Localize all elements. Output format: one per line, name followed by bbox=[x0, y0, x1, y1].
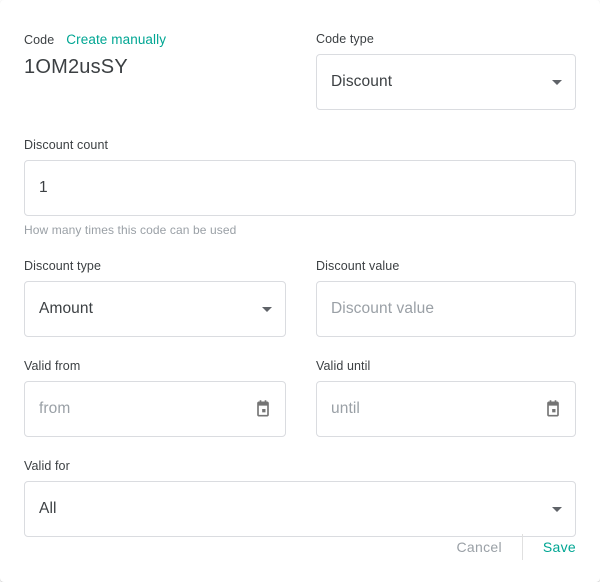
discount-type-field: Discount type Amount bbox=[24, 259, 286, 337]
valid-until-label: Valid until bbox=[316, 359, 371, 373]
valid-until-placeholder: until bbox=[331, 400, 360, 417]
cancel-button[interactable]: Cancel bbox=[446, 535, 511, 559]
discount-count-label: Discount count bbox=[24, 138, 109, 152]
save-button[interactable]: Save bbox=[533, 535, 576, 559]
chevron-down-icon bbox=[552, 80, 562, 85]
valid-for-value: All bbox=[39, 500, 57, 517]
discount-code-form-card: Code Create manually 1OM2usSY Code type … bbox=[0, 0, 600, 582]
discount-type-value-row: Discount type Amount Discount value Disc… bbox=[24, 259, 576, 337]
form-actions: Cancel Save bbox=[446, 534, 576, 560]
chevron-down-icon bbox=[552, 507, 562, 512]
valid-from-label: Valid from bbox=[24, 359, 81, 373]
valid-until-field: Valid until until bbox=[316, 359, 576, 437]
discount-value-label: Discount value bbox=[316, 259, 400, 273]
calendar-icon[interactable] bbox=[543, 399, 563, 419]
code-and-type-row: Code Create manually 1OM2usSY Code type … bbox=[24, 32, 576, 110]
discount-type-select[interactable]: Amount bbox=[24, 281, 286, 337]
discount-count-input[interactable]: 1 bbox=[24, 160, 576, 216]
discount-type-value: Amount bbox=[39, 300, 94, 317]
valid-from-placeholder: from bbox=[39, 400, 71, 417]
valid-for-label: Valid for bbox=[24, 459, 70, 473]
valid-from-input[interactable]: from bbox=[24, 381, 286, 437]
generated-code-value: 1OM2usSY bbox=[24, 56, 128, 78]
discount-count-helper-text: How many times this code can be used bbox=[24, 223, 237, 237]
calendar-icon[interactable] bbox=[253, 399, 273, 419]
valid-from-field: Valid from from bbox=[24, 359, 286, 437]
valid-for-select[interactable]: All bbox=[24, 481, 576, 537]
code-type-value: Discount bbox=[331, 73, 393, 90]
discount-count-value: 1 bbox=[39, 179, 48, 196]
action-divider bbox=[521, 534, 523, 560]
discount-count-field: Discount count 1 How many times this cod… bbox=[24, 138, 576, 237]
valid-until-input[interactable]: until bbox=[316, 381, 576, 437]
validity-dates-row: Valid from from Valid until until bbox=[24, 359, 576, 437]
valid-for-field: Valid for All bbox=[24, 459, 576, 537]
code-caption: Code bbox=[24, 33, 55, 47]
code-type-field: Code type Discount bbox=[316, 32, 576, 110]
code-type-select[interactable]: Discount bbox=[316, 54, 576, 110]
discount-type-label: Discount type bbox=[24, 259, 102, 273]
chevron-down-icon bbox=[262, 307, 272, 312]
discount-value-field: Discount value Discount value bbox=[316, 259, 576, 337]
discount-value-placeholder: Discount value bbox=[331, 300, 435, 317]
code-header: Code Create manually bbox=[24, 32, 286, 47]
create-manually-link[interactable]: Create manually bbox=[66, 32, 166, 47]
code-section: Code Create manually 1OM2usSY bbox=[24, 32, 286, 110]
discount-value-input[interactable]: Discount value bbox=[316, 281, 576, 337]
code-type-label: Code type bbox=[316, 32, 374, 46]
